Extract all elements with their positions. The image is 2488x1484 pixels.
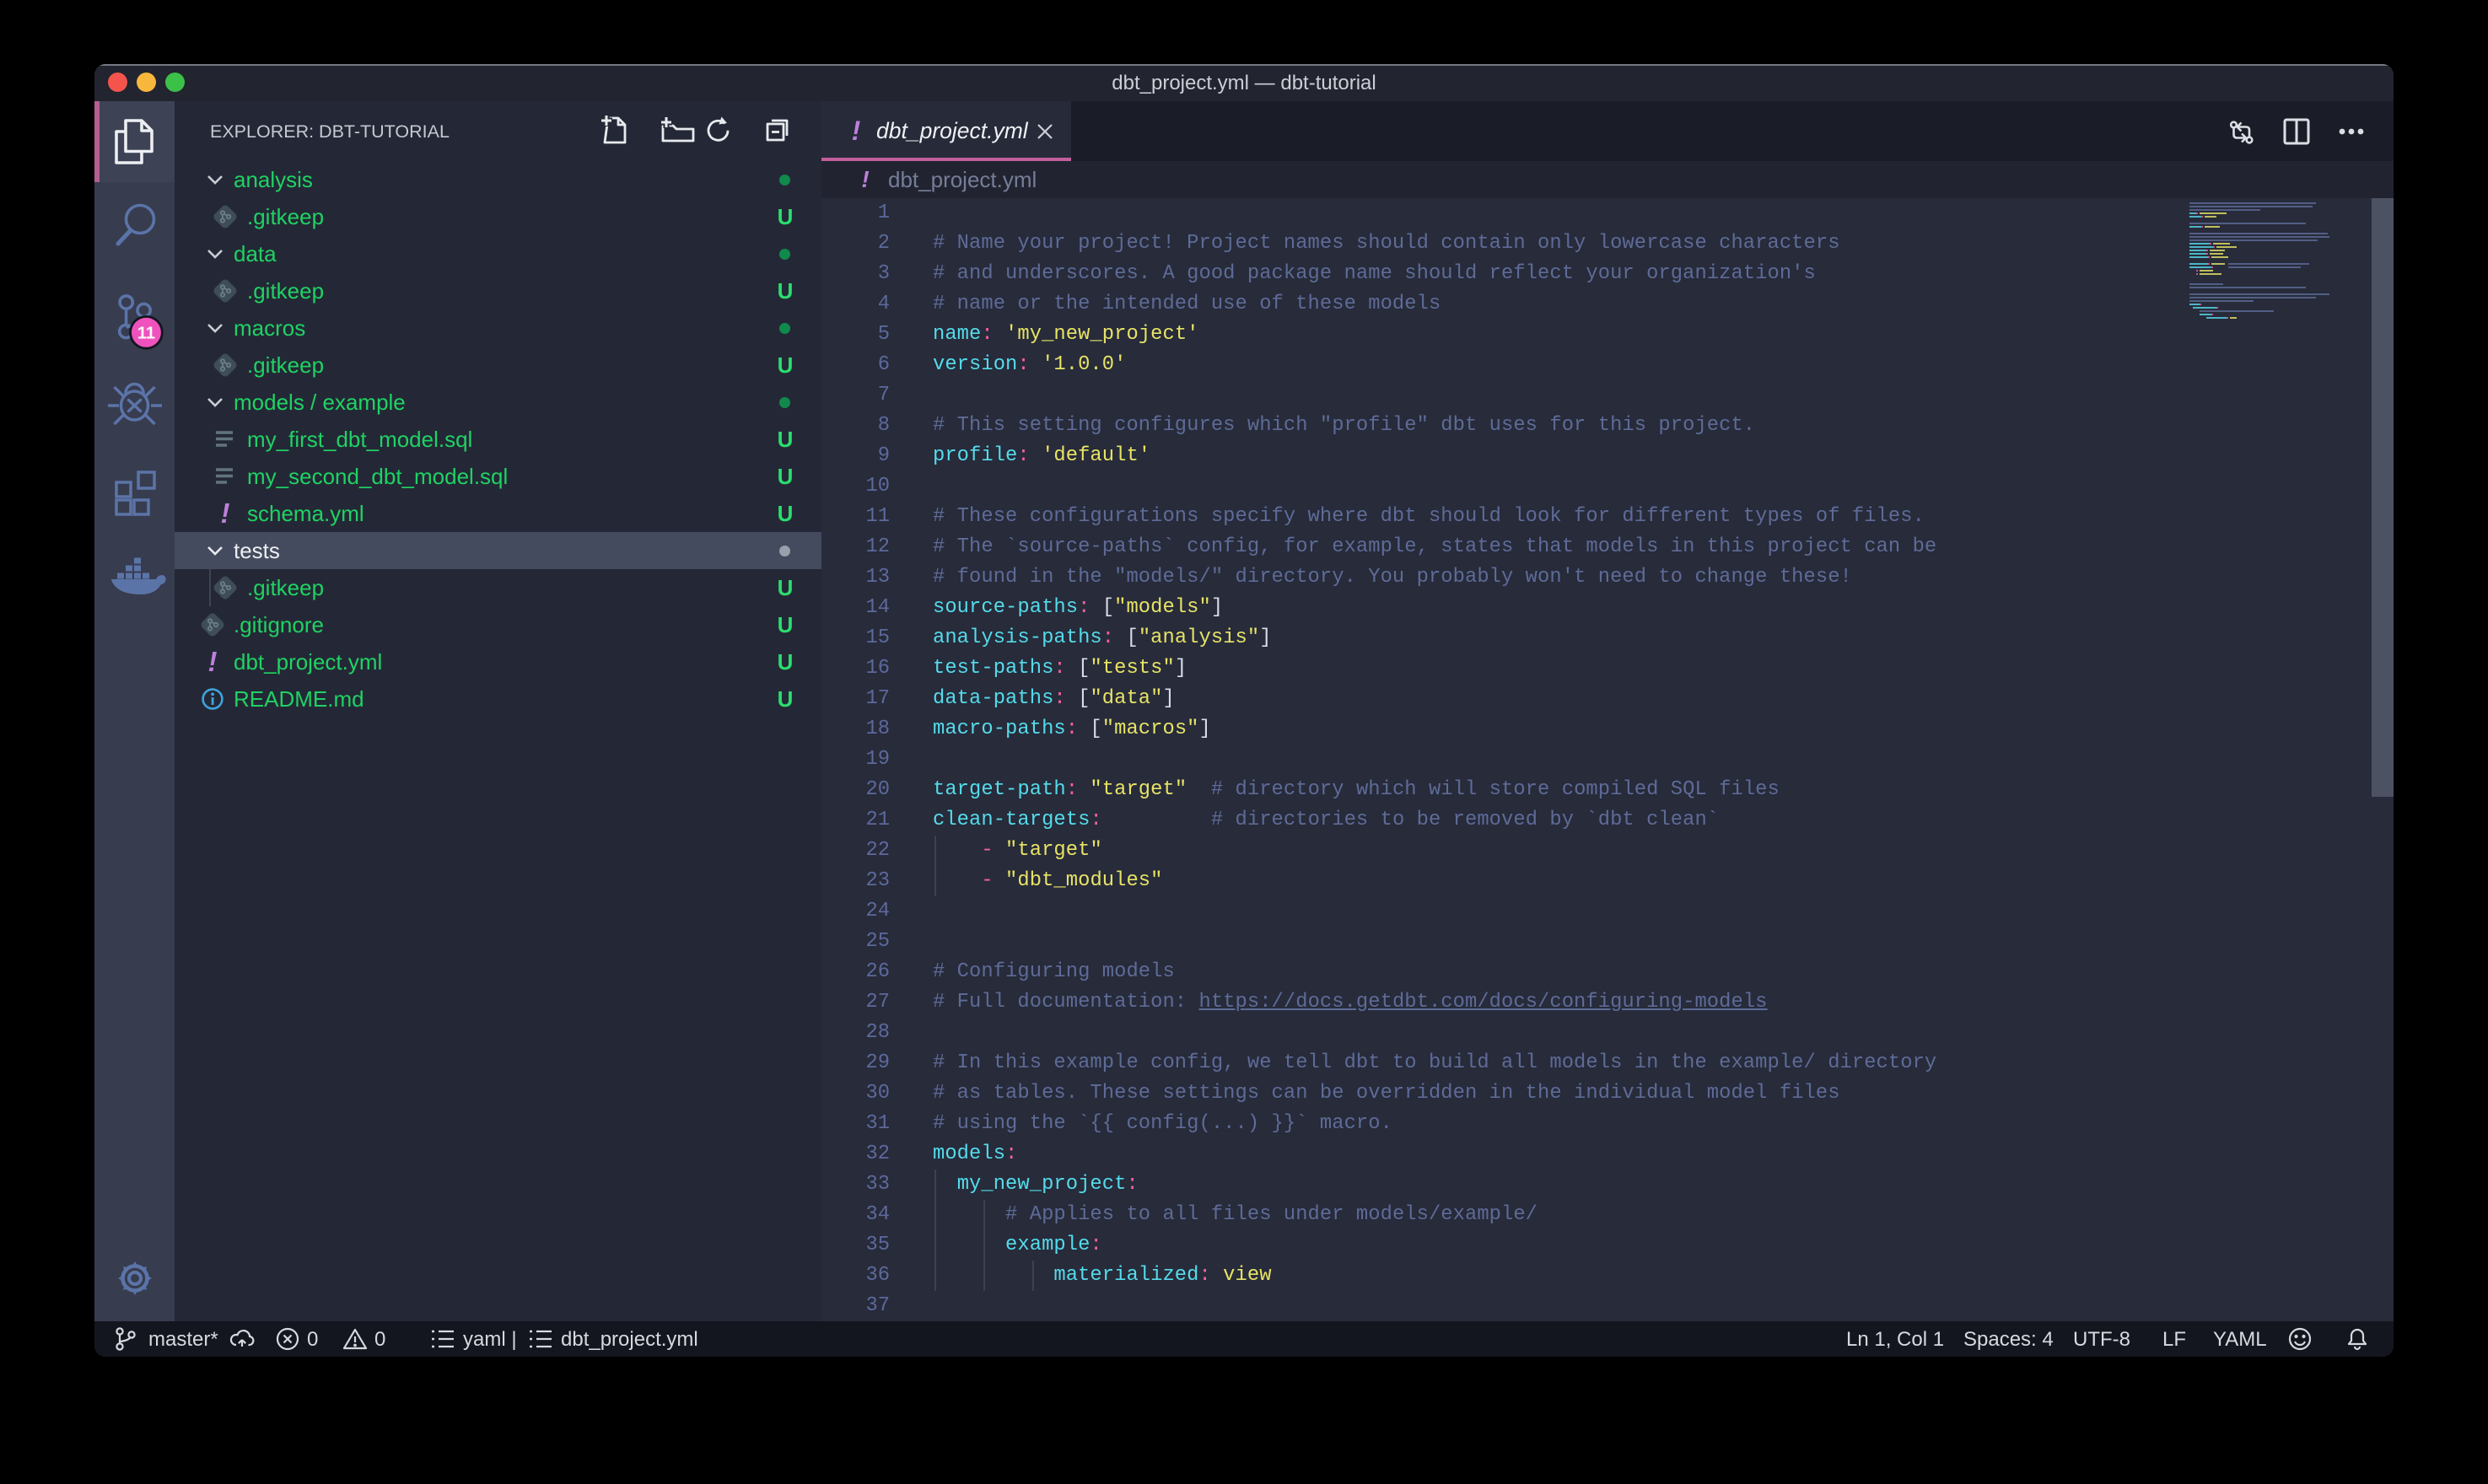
svg-text:11: 11: [137, 324, 155, 342]
